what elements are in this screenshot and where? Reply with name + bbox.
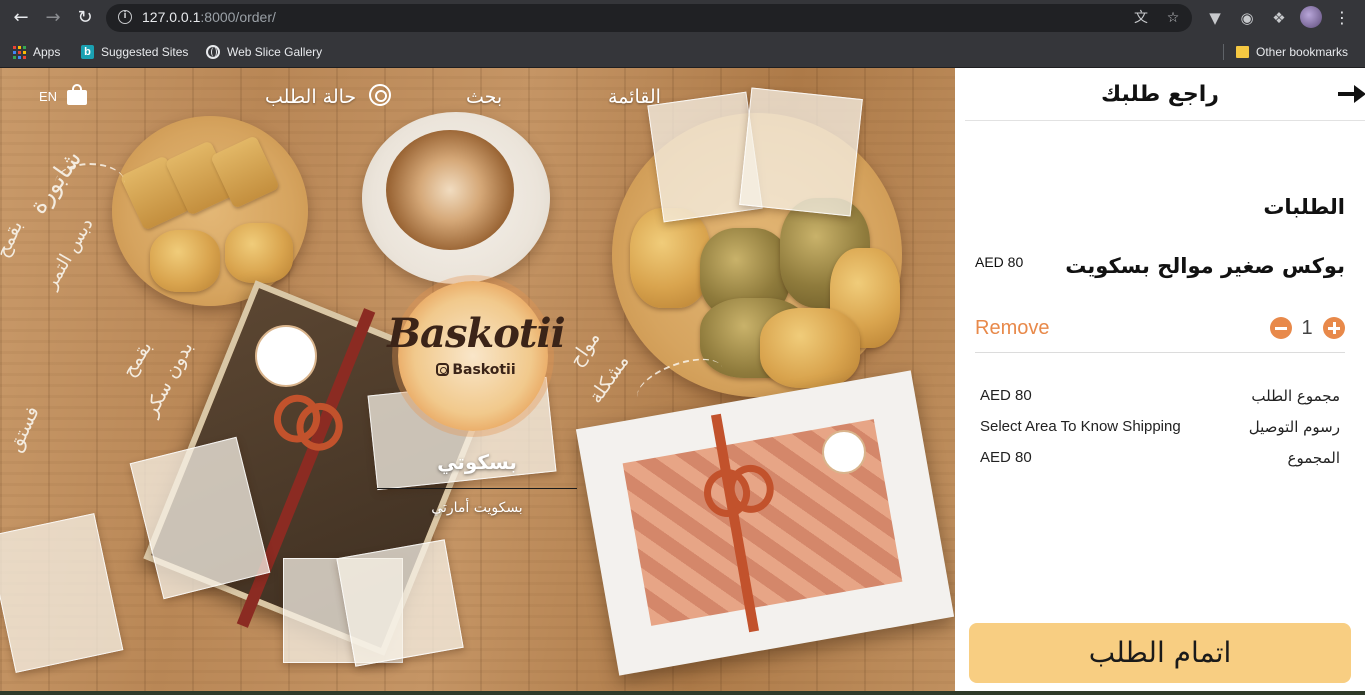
brand-title: بسكوتي [437, 450, 517, 474]
url-text: 127.0.0.1:8000/order/ [142, 9, 276, 25]
nav-order-status[interactable]: حالة الطلب [265, 86, 356, 108]
checkout-button[interactable]: اتمام الطلب [969, 623, 1351, 683]
bookmark-star-icon[interactable]: ☆ [1164, 9, 1182, 27]
dashed-line [55, 163, 125, 203]
globe-icon [206, 45, 220, 59]
browser-menu-icon[interactable]: ⋮ [1332, 7, 1352, 29]
folder-icon [1236, 46, 1249, 58]
pastry [150, 230, 220, 292]
delivery-fee-label: رسوم التوصيل [1248, 418, 1340, 436]
order-item-name: بوكس صغير موالح بسكويت [1065, 254, 1345, 278]
hero-scribble: فستق [3, 402, 44, 456]
subtotal-value: AED 80 [980, 387, 1032, 404]
nav-search[interactable]: بحث [466, 86, 502, 108]
bookmark-label: Web Slice Gallery [227, 45, 323, 59]
remove-item-button[interactable]: Remove [975, 317, 1049, 340]
pastry [760, 308, 860, 388]
total-label: المجموع [1287, 449, 1340, 467]
bing-icon: b [81, 45, 94, 59]
cookie-bag [336, 539, 464, 667]
bookmark-label: Apps [33, 45, 61, 59]
reload-icon[interactable]: ↻ [74, 7, 96, 29]
instagram-handle-text: Baskotii [452, 362, 516, 378]
item-quantity: 1 [1301, 317, 1313, 339]
vue-devtools-icon[interactable]: ▼ [1204, 7, 1226, 29]
bookmark-label: Other bookmarks [1256, 45, 1349, 59]
shopping-bag-icon[interactable] [67, 84, 87, 105]
bookmark-label: Suggested Sites [101, 45, 189, 59]
address-bar[interactable]: i 127.0.0.1:8000/order/ 文 ☆ [106, 4, 1192, 32]
other-bookmarks[interactable]: Other bookmarks [1236, 43, 1348, 61]
box-sticker [255, 325, 317, 387]
forward-icon[interactable]: → [42, 7, 64, 29]
delivery-fee-value: Select Area To Know Shipping [980, 418, 1181, 435]
hero-scribble: مواح [564, 327, 605, 371]
profile-avatar[interactable] [1300, 6, 1322, 28]
total-value: AED 80 [980, 449, 1032, 466]
brand-divider [377, 488, 577, 489]
bookmark-suggested-sites[interactable]: b Suggested Sites [81, 43, 188, 61]
bookmark-apps[interactable]: Apps [13, 43, 60, 61]
pastry [630, 208, 710, 308]
brand-subtitle: بسكويت أمارتي [431, 500, 523, 516]
back-icon[interactable]: ← [10, 7, 32, 29]
close-arrow-icon[interactable] [1338, 83, 1365, 105]
cookie-bag [0, 513, 124, 673]
page-bottom-edge [0, 691, 1365, 695]
hero-scribble: بقمح [117, 336, 157, 382]
apps-grid-icon [13, 45, 26, 59]
decrease-quantity-icon[interactable] [1270, 317, 1292, 339]
panel-title: راجع طلبك [1101, 82, 1219, 107]
orders-heading: الطلبات [1263, 195, 1345, 219]
nav-menu[interactable]: القائمة [608, 86, 661, 108]
ribbon-bow [699, 455, 777, 516]
hero-scribble: دبس التمر [40, 214, 98, 293]
increase-quantity-icon[interactable] [1323, 317, 1345, 339]
order-review-panel: راجع طلبك الطلبات بوكس صغير موالح بسكويت… [955, 68, 1365, 695]
item-divider [975, 352, 1345, 353]
subtotal-label: مجموع الطلب [1251, 387, 1340, 405]
browser-toolbar: ← → ↻ i 127.0.0.1:8000/order/ 文 ☆ ▼ ◉ ❖ … [0, 0, 1365, 36]
box-sticker [822, 430, 866, 474]
bookmarks-divider [1223, 44, 1224, 60]
pastry [225, 223, 293, 283]
extensions-puzzle-icon[interactable]: ❖ [1268, 7, 1290, 29]
order-status-icon[interactable] [369, 84, 391, 106]
translate-icon[interactable]: 文 [1132, 9, 1150, 27]
logo-text: Baskotii [387, 310, 566, 357]
hero-scribble: مشكلة [584, 350, 634, 408]
extension-face-icon[interactable]: ◉ [1236, 7, 1258, 29]
instagram-icon [436, 363, 450, 376]
coffee-cup [386, 130, 514, 250]
instagram-handle: Baskotii [416, 362, 536, 378]
order-item-price: AED 80 [975, 254, 1024, 270]
hero-scribble: بقمح [0, 217, 28, 261]
pastry-bag [739, 87, 863, 217]
bookmarks-bar: Apps b Suggested Sites Web Slice Gallery… [0, 36, 1365, 68]
site-info-icon[interactable]: i [118, 10, 132, 24]
bookmark-web-slice-gallery[interactable]: Web Slice Gallery [206, 43, 322, 61]
language-toggle[interactable]: EN [39, 89, 57, 104]
panel-header: راجع طلبك [965, 68, 1365, 121]
